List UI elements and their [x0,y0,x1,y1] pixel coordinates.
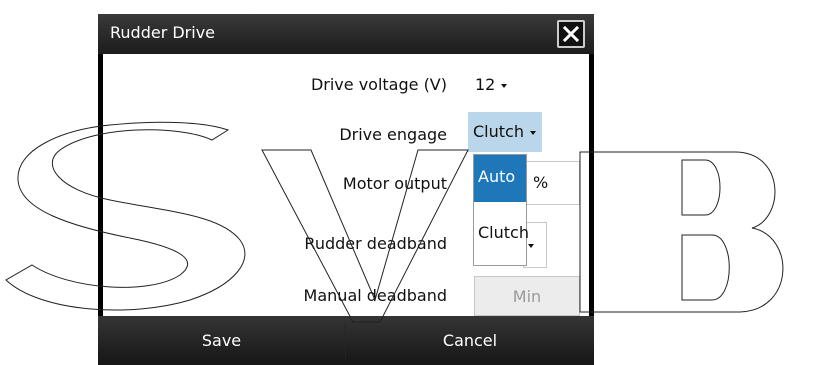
watermark-logo [5,121,784,323]
